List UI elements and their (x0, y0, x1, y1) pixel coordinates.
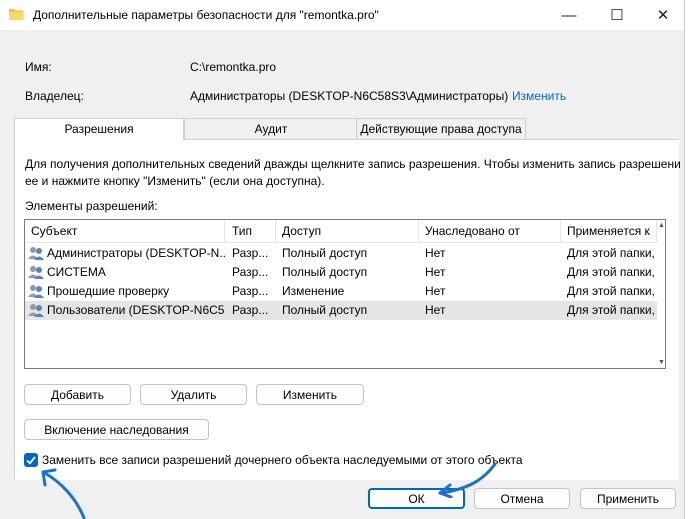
cell-principal: Пользователи (DESKTOP-N6C5... (47, 303, 225, 317)
minimize-icon: — (561, 6, 577, 24)
cell-type: Разр... (232, 284, 269, 298)
cell-inherited-from: Нет (425, 265, 446, 279)
column-header-inherited-from[interactable]: Унаследовано от (419, 220, 561, 242)
owner-value: Администраторы (DESKTOP-N6C58S3\Админист… (190, 89, 509, 103)
maximize-icon: ☐ (610, 7, 624, 24)
cell-inherited-from: Нет (425, 246, 446, 260)
cell-applies-to: Для этой папки, ее (567, 284, 657, 298)
cell-type: Разр... (232, 246, 269, 260)
cell-principal: Прошедшие проверку (47, 284, 170, 298)
cell-access: Полный доступ (282, 265, 368, 279)
remove-button[interactable]: Удалить (140, 384, 247, 405)
cell-type: Разр... (232, 303, 269, 317)
name-label: Имя: (25, 60, 52, 74)
tab-effective-access[interactable]: Действующие права доступа (356, 118, 526, 139)
close-button[interactable]: ✕ (640, 0, 684, 30)
cell-access: Полный доступ (282, 303, 368, 317)
permission-entries-label: Элементы разрешений: (25, 199, 158, 213)
permission-entries-list[interactable]: Субъект Тип Доступ Унаследовано от Приме… (24, 219, 666, 369)
cell-access: Полный доступ (282, 246, 368, 260)
scroll-up-icon[interactable]: ▲ (658, 222, 665, 229)
column-header-type[interactable]: Тип (226, 220, 276, 242)
tab-permissions[interactable]: Разрешения (14, 118, 184, 140)
checkmark-icon (26, 456, 36, 465)
cell-inherited-from: Нет (425, 284, 446, 298)
cell-type: Разр... (232, 265, 269, 279)
cell-principal: Администраторы (DESKTOP-N... (47, 246, 225, 260)
name-value: C:\remontka.pro (190, 60, 277, 74)
ok-button[interactable]: ОК (368, 488, 465, 509)
table-row[interactable]: Прошедшие проверку Разр... Изменение Нет… (25, 282, 657, 301)
background-strip (685, 0, 689, 519)
edit-button[interactable]: Изменить (256, 384, 364, 405)
cell-applies-to: Для этой папки, ее (567, 303, 657, 317)
replace-child-permissions-label[interactable]: Заменить все записи разрешений дочернего… (42, 453, 523, 467)
cell-principal: СИСТЕМА (47, 265, 106, 279)
close-icon: ✕ (656, 7, 670, 24)
owner-label: Владелец: (25, 89, 84, 103)
minimize-button[interactable]: — (546, 0, 592, 30)
apply-button[interactable]: Применить (580, 488, 676, 509)
scroll-down-icon[interactable]: ▼ (658, 359, 665, 366)
replace-child-permissions-checkbox[interactable] (24, 453, 38, 467)
table-header: Субъект Тип Доступ Унаследовано от Приме… (25, 220, 665, 243)
table-row[interactable]: СИСТЕМА Разр... Полный доступ Нет Для эт… (25, 263, 657, 282)
vertical-scrollbar[interactable]: ▲ ▼ (657, 220, 665, 368)
table-row-selected[interactable]: Пользователи (DESKTOP-N6C5... Разр... По… (25, 301, 657, 320)
description-text-2: ее и нажмите кнопку "Изменить" (если она… (25, 174, 325, 188)
cell-applies-to: Для этой папки, ее (567, 265, 657, 279)
tab-audit[interactable]: Аудит (184, 118, 358, 139)
cell-access: Изменение (282, 284, 345, 298)
add-button[interactable]: Добавить (24, 384, 131, 405)
cell-applies-to: Для этой папки, ее (567, 246, 657, 260)
column-header-applies-to[interactable]: Применяется к (561, 220, 657, 242)
change-owner-link[interactable]: Изменить (512, 89, 566, 103)
cell-inherited-from: Нет (425, 303, 446, 317)
table-row[interactable]: Администраторы (DESKTOP-N... Разр... Пол… (25, 244, 657, 263)
column-header-principal[interactable]: Субъект (25, 220, 225, 242)
description-text: Для получения дополнительных сведений дв… (25, 157, 681, 171)
folder-icon (9, 9, 23, 20)
enable-inheritance-button[interactable]: Включение наследования (24, 419, 209, 440)
security-dialog: Дополнительные параметры безопасности дл… (0, 0, 685, 519)
window-title: Дополнительные параметры безопасности дл… (33, 8, 379, 22)
maximize-button[interactable]: ☐ (594, 0, 640, 30)
cancel-button[interactable]: Отмена (474, 488, 570, 509)
title-bar: Дополнительные параметры безопасности дл… (0, 0, 684, 30)
column-header-access[interactable]: Доступ (276, 220, 419, 242)
